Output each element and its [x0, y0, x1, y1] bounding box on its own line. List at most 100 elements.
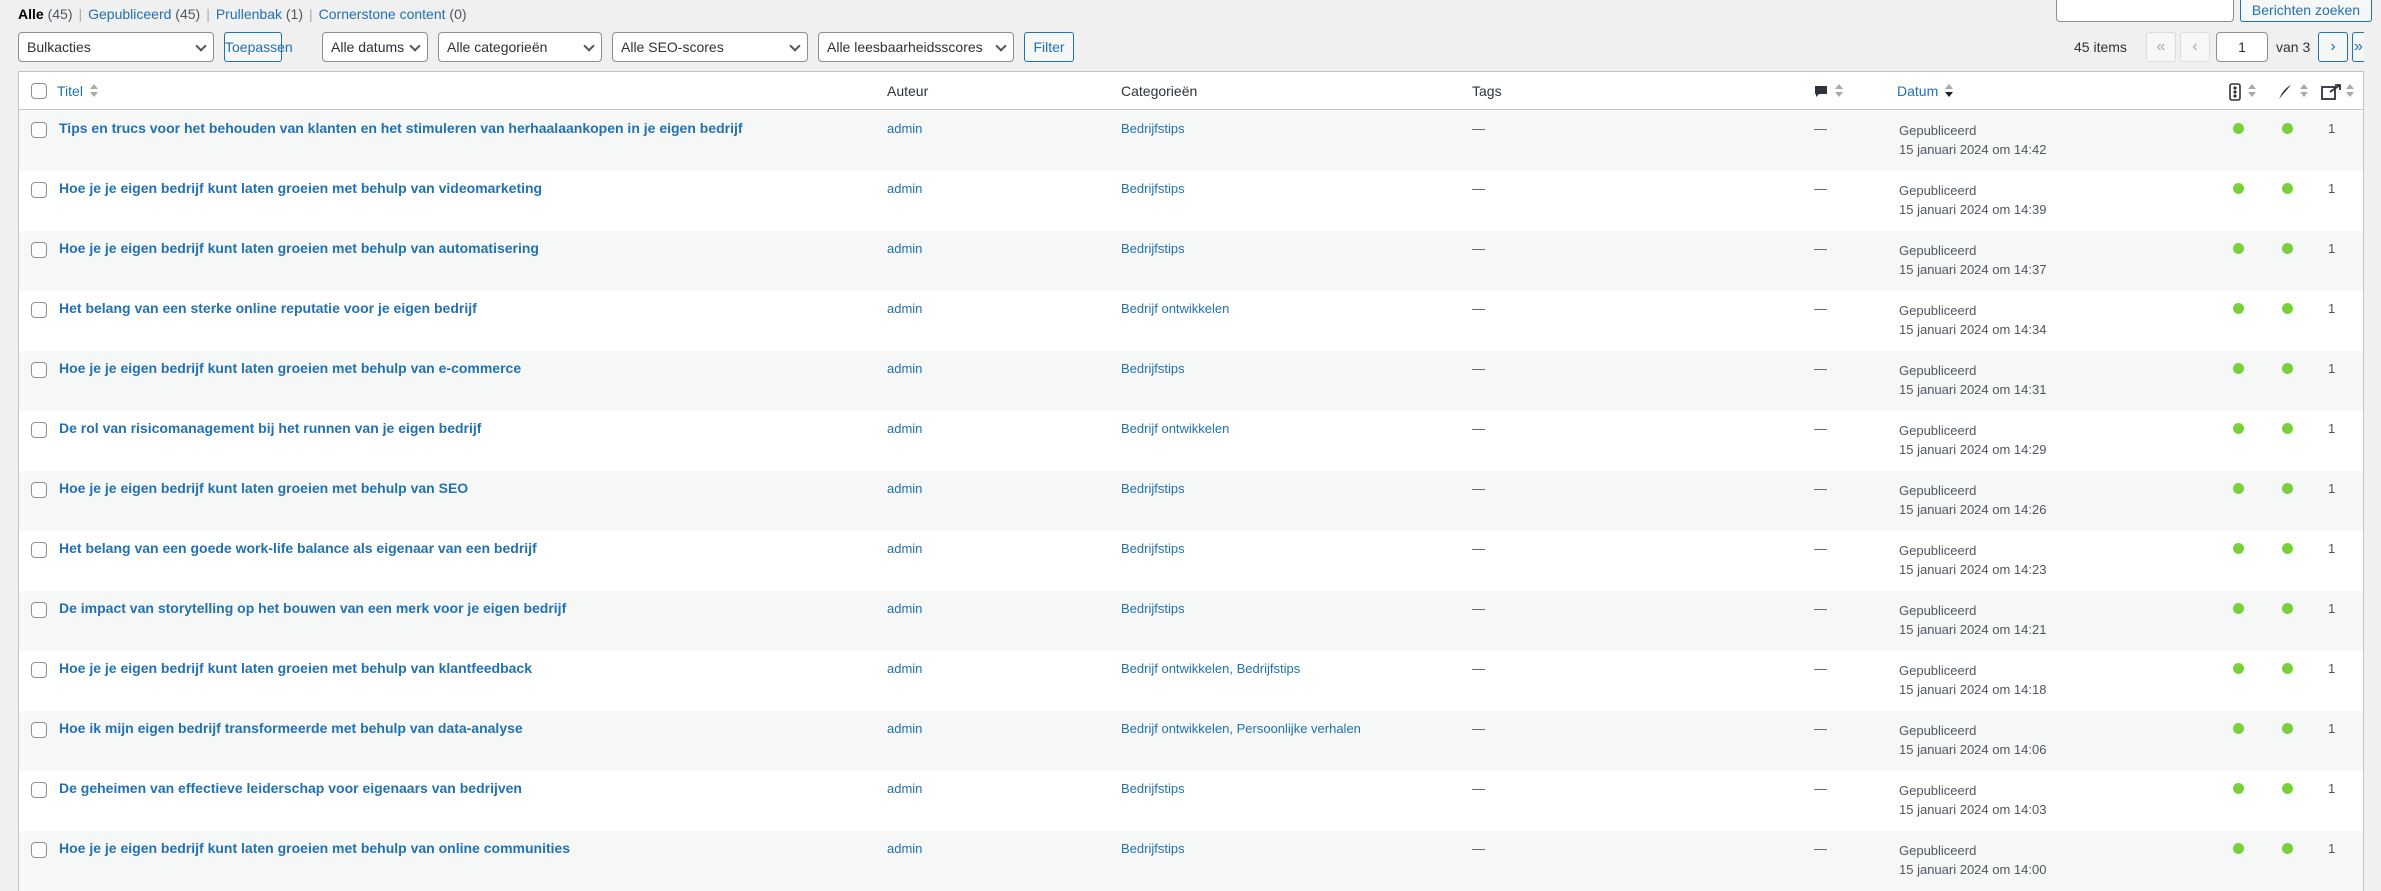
row-checkbox[interactable] — [31, 242, 47, 258]
author-link[interactable]: admin — [887, 481, 922, 496]
author-link[interactable]: admin — [887, 661, 922, 676]
chevron-down-icon — [195, 40, 207, 52]
row-checkbox[interactable] — [31, 482, 47, 498]
categories-link[interactable]: Bedrijf ontwikkelen, Bedrijfstips — [1121, 661, 1300, 676]
row-checkbox[interactable] — [31, 362, 47, 378]
row-checkbox[interactable] — [31, 182, 47, 198]
row-checkbox[interactable] — [31, 662, 47, 678]
table-row: Hoe je je eigen bedrijf kunt laten groei… — [19, 231, 2363, 291]
search-button[interactable]: Berichten zoeken — [2240, 0, 2372, 22]
author-link[interactable]: admin — [887, 121, 922, 136]
post-title-link[interactable]: De rol van risicomanagement bij het runn… — [59, 420, 481, 436]
select-all-checkbox[interactable] — [31, 83, 47, 99]
categories-link[interactable]: Bedrijfstips — [1121, 781, 1185, 796]
categories-link[interactable]: Bedrijf ontwikkelen, Persoonlijke verhal… — [1121, 721, 1361, 736]
categories-link[interactable]: Bedrijf ontwikkelen — [1121, 301, 1229, 316]
next-page-button[interactable]: › — [2318, 32, 2348, 62]
comments-value: — — [1814, 781, 1827, 796]
categories-link[interactable]: Bedrijfstips — [1121, 181, 1185, 196]
view-published[interactable]: Gepubliceerd (45) — [88, 6, 200, 22]
tags-value: — — [1472, 121, 1485, 136]
post-title-link[interactable]: Hoe ik mijn eigen bedrijf transformeerde… — [59, 720, 523, 736]
search-input[interactable] — [2056, 0, 2234, 22]
post-title-link[interactable]: Hoe je je eigen bedrijf kunt laten groei… — [59, 480, 468, 496]
date-cell: Gepubliceerd 15 januari 2024 om 14:26 — [1899, 481, 2046, 519]
author-link[interactable]: admin — [887, 241, 922, 256]
post-title-link[interactable]: Hoe je je eigen bedrijf kunt laten groei… — [59, 840, 570, 856]
filter-button[interactable]: Filter — [1024, 32, 1074, 62]
last-page-button[interactable]: » — [2352, 32, 2364, 62]
categories-link[interactable]: Bedrijfstips — [1121, 481, 1185, 496]
categories-link[interactable]: Bedrijfstips — [1121, 241, 1185, 256]
dates-select[interactable]: Alle datums — [322, 32, 428, 62]
table-row: Hoe je je eigen bedrijf kunt laten groei… — [19, 351, 2363, 411]
seo-score-good-indicator — [2233, 483, 2244, 494]
author-link[interactable]: admin — [887, 541, 922, 556]
row-checkbox[interactable] — [31, 422, 47, 438]
categories-select[interactable]: Alle categorieën — [438, 32, 602, 62]
post-title-link[interactable]: Hoe je je eigen bedrijf kunt laten groei… — [59, 660, 532, 676]
categories-link[interactable]: Bedrijfstips — [1121, 361, 1185, 376]
author-link[interactable]: admin — [887, 721, 922, 736]
author-link[interactable]: admin — [887, 781, 922, 796]
column-links[interactable] — [2321, 72, 2355, 110]
chevron-down-icon — [583, 40, 595, 52]
post-title-link[interactable]: De geheimen van effectieve leiderschap v… — [59, 780, 522, 796]
row-checkbox[interactable] — [31, 782, 47, 798]
column-seo-score[interactable] — [2229, 72, 2257, 110]
column-readability[interactable] — [2277, 72, 2309, 110]
tags-value: — — [1472, 241, 1485, 256]
internal-links-count: 1 — [2328, 841, 2336, 856]
post-title-link[interactable]: De impact van storytelling op het bouwen… — [59, 600, 566, 616]
chevron-down-icon — [409, 40, 421, 52]
author-link[interactable]: admin — [887, 181, 922, 196]
seo-score-select[interactable]: Alle SEO-scores — [612, 32, 808, 62]
author-link[interactable]: admin — [887, 301, 922, 316]
post-title-link[interactable]: Hoe je je eigen bedrijf kunt laten groei… — [59, 240, 539, 256]
categories-link[interactable]: Bedrijfstips — [1121, 601, 1185, 616]
row-checkbox[interactable] — [31, 122, 47, 138]
column-date[interactable]: Datum — [1897, 72, 1954, 110]
apply-button[interactable]: Toepassen — [224, 32, 293, 62]
internal-links-count: 1 — [2328, 421, 2336, 436]
tags-value: — — [1472, 841, 1485, 856]
post-date: 15 januari 2024 om 14:26 — [1899, 502, 2047, 517]
links-icon — [2321, 84, 2341, 101]
post-title-link[interactable]: Het belang van een goede work-life balan… — [59, 540, 537, 556]
post-title-link[interactable]: Hoe je je eigen bedrijf kunt laten groei… — [59, 180, 542, 196]
row-checkbox[interactable] — [31, 842, 47, 858]
pagination: 45 items « ‹ 1 van 3 › » — [2074, 32, 2364, 62]
column-comments[interactable] — [1814, 72, 1844, 110]
categories-link[interactable]: Bedrijf ontwikkelen — [1121, 421, 1229, 436]
column-title[interactable]: Titel — [57, 72, 99, 110]
row-checkbox[interactable] — [31, 302, 47, 318]
view-trash[interactable]: Prullenbak (1) — [216, 6, 303, 22]
readability-good-indicator — [2282, 123, 2293, 134]
author-link[interactable]: admin — [887, 601, 922, 616]
row-checkbox[interactable] — [31, 542, 47, 558]
readability-good-indicator — [2282, 243, 2293, 254]
post-date: 15 januari 2024 om 14:23 — [1899, 562, 2047, 577]
view-cornerstone[interactable]: Cornerstone content (0) — [319, 6, 467, 22]
date-cell: Gepubliceerd 15 januari 2024 om 14:34 — [1899, 301, 2046, 339]
tags-value: — — [1472, 481, 1485, 496]
seo-score-good-indicator — [2233, 663, 2244, 674]
row-checkbox[interactable] — [31, 602, 47, 618]
current-page-input[interactable]: 1 — [2216, 32, 2268, 62]
row-checkbox[interactable] — [31, 722, 47, 738]
author-link[interactable]: admin — [887, 421, 922, 436]
categories-link[interactable]: Bedrijfstips — [1121, 841, 1185, 856]
bulk-actions-select[interactable]: Bulkacties — [18, 32, 214, 62]
post-status: Gepubliceerd — [1899, 603, 1977, 618]
categories-link[interactable]: Bedrijfstips — [1121, 541, 1185, 556]
post-title-link[interactable]: Tips en trucs voor het behouden van klan… — [59, 120, 743, 136]
table-row: Hoe je je eigen bedrijf kunt laten groei… — [19, 651, 2363, 711]
post-date: 15 januari 2024 om 14:29 — [1899, 442, 2047, 457]
readability-select[interactable]: Alle leesbaarheidsscores — [818, 32, 1014, 62]
author-link[interactable]: admin — [887, 841, 922, 856]
author-link[interactable]: admin — [887, 361, 922, 376]
post-title-link[interactable]: Hoe je je eigen bedrijf kunt laten groei… — [59, 360, 521, 376]
view-all[interactable]: Alle (45) — [18, 6, 72, 22]
categories-link[interactable]: Bedrijfstips — [1121, 121, 1185, 136]
post-title-link[interactable]: Het belang van een sterke online reputat… — [59, 300, 477, 316]
